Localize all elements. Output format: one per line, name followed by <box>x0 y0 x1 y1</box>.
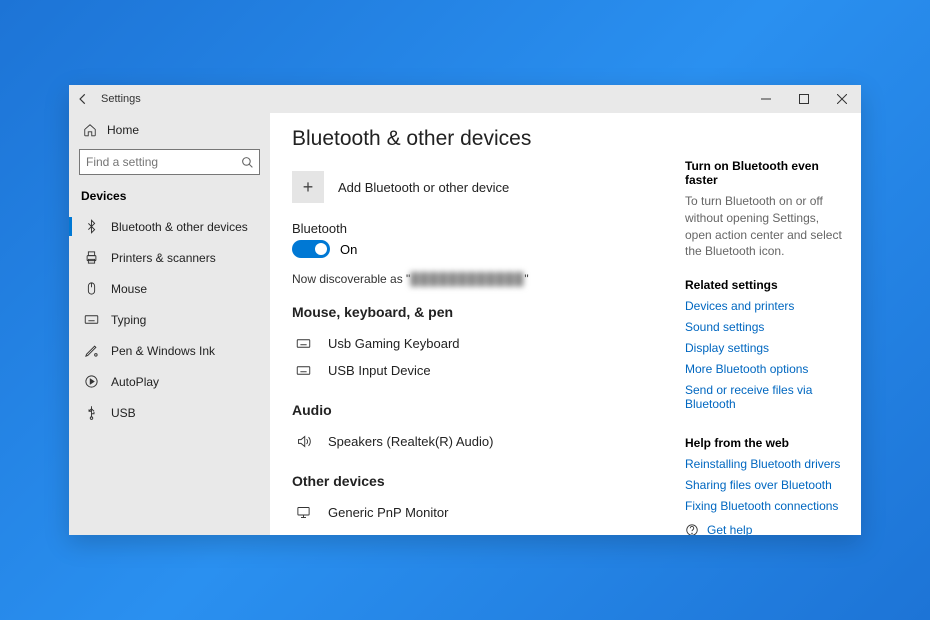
nav-item-label: Printers & scanners <box>111 251 216 265</box>
close-button[interactable] <box>823 85 861 113</box>
nav-item-usb[interactable]: USB <box>69 397 270 428</box>
promo-text: To turn Bluetooth on or off without open… <box>685 193 847 260</box>
mouse-icon <box>83 281 99 296</box>
bluetooth-state: On <box>340 242 357 257</box>
nav-item-mouse[interactable]: Mouse <box>69 273 270 304</box>
printer-icon <box>83 250 99 265</box>
sidebar: Home Devices Bluetooth & other devices Pr… <box>69 113 270 535</box>
nav-item-pen[interactable]: Pen & Windows Ink <box>69 335 270 366</box>
nav-item-label: Bluetooth & other devices <box>111 220 248 234</box>
discoverable-text: Now discoverable as "████████████" <box>292 272 659 286</box>
monitor-icon <box>292 505 314 520</box>
bluetooth-toggle[interactable] <box>292 240 330 258</box>
keyboard-icon <box>292 336 314 351</box>
device-label: Speakers (Realtek(R) Audio) <box>328 434 493 449</box>
help-from-web-title: Help from the web <box>685 436 847 450</box>
related-link[interactable]: Sound settings <box>685 320 847 334</box>
search-input[interactable] <box>86 155 241 169</box>
nav-item-label: USB <box>111 406 136 420</box>
nav-item-keyboard[interactable]: Typing <box>69 304 270 335</box>
speaker-icon <box>292 434 314 449</box>
minimize-button[interactable] <box>747 85 785 113</box>
help-link[interactable]: Sharing files over Bluetooth <box>685 478 847 492</box>
usb-icon <box>83 405 99 420</box>
window-controls <box>747 85 861 113</box>
home-icon <box>83 123 97 137</box>
related-link[interactable]: Send or receive files via Bluetooth <box>685 383 847 411</box>
section-audio: Audio <box>292 402 659 418</box>
nav-item-label: Pen & Windows Ink <box>111 344 215 358</box>
section-other: Other devices <box>292 473 659 489</box>
add-device-label: Add Bluetooth or other device <box>338 180 509 195</box>
device-label: USB Input Device <box>328 363 431 378</box>
autoplay-icon <box>83 374 99 389</box>
nav-item-label: Mouse <box>111 282 147 296</box>
nav-item-printer[interactable]: Printers & scanners <box>69 242 270 273</box>
nav-item-label: AutoPlay <box>111 375 159 389</box>
nav-item-autoplay[interactable]: AutoPlay <box>69 366 270 397</box>
device-label: Generic PnP Monitor <box>328 505 448 520</box>
bluetooth-icon <box>83 219 99 234</box>
side-panel: Turn on Bluetooth even faster To turn Bl… <box>681 113 861 535</box>
settings-window: Settings Home Devices Bluetooth & other … <box>69 85 861 535</box>
bluetooth-label: Bluetooth <box>292 221 659 236</box>
pen-icon <box>83 343 99 358</box>
plus-icon: + <box>292 171 324 203</box>
back-button[interactable] <box>69 92 97 106</box>
page-title: Bluetooth & other devices <box>292 127 659 151</box>
search-box[interactable] <box>79 149 260 175</box>
related-settings-title: Related settings <box>685 278 847 292</box>
nav-item-label: Typing <box>111 313 146 327</box>
related-link[interactable]: Devices and printers <box>685 299 847 313</box>
get-help-link[interactable]: Get help <box>685 523 847 535</box>
device-item[interactable]: Generic PnP Monitor <box>292 499 659 526</box>
device-item[interactable]: Speakers (Realtek(R) Audio) <box>292 428 659 455</box>
home-button[interactable]: Home <box>69 119 270 145</box>
main-content: Bluetooth & other devices + Add Bluetoot… <box>270 113 681 535</box>
search-icon <box>241 156 254 169</box>
nav-list: Bluetooth & other devices Printers & scan… <box>69 211 270 428</box>
help-link[interactable]: Reinstalling Bluetooth drivers <box>685 457 847 471</box>
home-label: Home <box>107 123 139 137</box>
device-item[interactable]: USB Input Device <box>292 357 659 384</box>
nav-item-bluetooth[interactable]: Bluetooth & other devices <box>69 211 270 242</box>
keyboard-icon <box>83 312 99 327</box>
help-link[interactable]: Fixing Bluetooth connections <box>685 499 847 513</box>
help-icon <box>685 523 699 535</box>
titlebar: Settings <box>69 85 861 113</box>
device-item[interactable]: Usb Gaming Keyboard <box>292 330 659 357</box>
window-title: Settings <box>97 93 141 105</box>
related-link[interactable]: Display settings <box>685 341 847 355</box>
add-device-button[interactable]: + Add Bluetooth or other device <box>292 171 659 203</box>
promo-title: Turn on Bluetooth even faster <box>685 159 847 187</box>
device-label: Usb Gaming Keyboard <box>328 336 460 351</box>
related-link[interactable]: More Bluetooth options <box>685 362 847 376</box>
section-label: Devices <box>69 185 270 211</box>
section-mouse-kb-pen: Mouse, keyboard, & pen <box>292 304 659 320</box>
keyboard-icon <box>292 363 314 378</box>
maximize-button[interactable] <box>785 85 823 113</box>
